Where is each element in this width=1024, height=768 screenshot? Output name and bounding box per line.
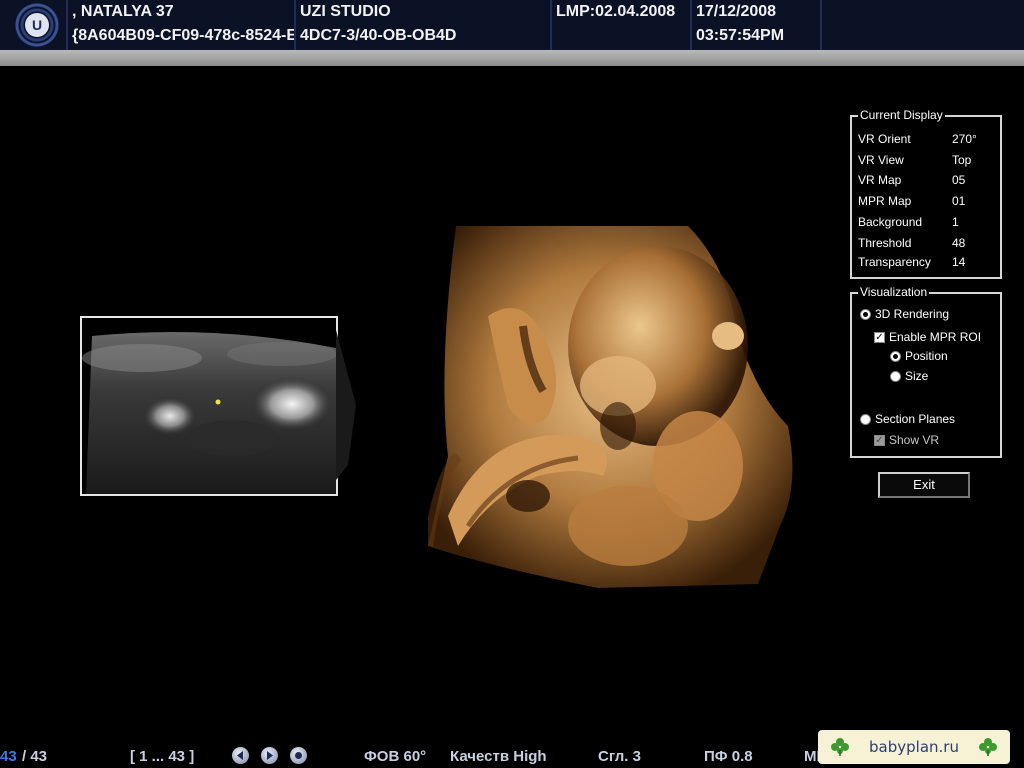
header-divider xyxy=(550,0,552,50)
enable-mpr-roi-checkbox[interactable]: ✓ xyxy=(874,331,885,343)
vr-map-label: VR Map xyxy=(858,173,902,187)
exit-button[interactable]: Exit xyxy=(878,472,970,498)
patient-name: , NATALYA 37 xyxy=(72,3,174,20)
enable-mpr-roi-label: Enable MPR ROI xyxy=(889,330,982,344)
watermark-badge: babyplan.ru xyxy=(818,730,1010,764)
logo-letter: U xyxy=(25,13,49,37)
header-divider xyxy=(66,0,68,50)
play-backward-icon[interactable] xyxy=(232,747,249,764)
volume-render-view[interactable] xyxy=(423,226,800,588)
lmp-date: LMP:02.04.2008 xyxy=(556,3,676,20)
transparency-value: 14 xyxy=(952,255,966,269)
current-display-title: Current Display xyxy=(858,108,945,122)
header-divider xyxy=(690,0,692,50)
size-label: Size xyxy=(905,369,929,383)
exam-date: 17/12/2008 xyxy=(696,3,777,20)
vr-orient-label: VR Orient xyxy=(858,132,911,146)
frame-current: 43 xyxy=(0,748,17,765)
smoothing-readout: Сгл. 3 xyxy=(598,748,641,765)
quality-readout: Качеств High xyxy=(450,748,547,765)
fov-readout: ФОВ 60° xyxy=(364,748,427,765)
vr-view-label: VR View xyxy=(858,153,904,167)
current-display-panel: Current Display VR Orient 270° VR View T… xyxy=(850,108,1002,279)
studio-logo: U xyxy=(14,2,60,48)
probe-preset: 4DC7-3/40-OB-OB4D xyxy=(300,27,457,44)
size-radio[interactable] xyxy=(890,370,901,382)
visualization-title: Visualization xyxy=(858,285,930,299)
clover-icon xyxy=(831,738,849,756)
show-vr-checkbox[interactable]: ✓ xyxy=(874,434,885,446)
section-planes-option[interactable]: Section Planes xyxy=(860,412,955,426)
clover-icon xyxy=(978,738,997,756)
enable-mpr-roi-option[interactable]: ✓ Enable MPR ROI xyxy=(874,330,981,344)
mpr-fan-edge xyxy=(336,330,356,480)
show-vr-option[interactable]: ✓ Show VR xyxy=(874,433,939,447)
mpr-map-label: MPR Map xyxy=(858,194,912,208)
watermark-text: babyplan.ru xyxy=(869,738,959,756)
rendering-3d-label: 3D Rendering xyxy=(875,307,950,321)
studio-name: UZI STUDIO xyxy=(300,3,391,20)
position-label: Position xyxy=(905,349,948,363)
header-divider xyxy=(820,0,822,50)
mpr-map-value: 01 xyxy=(952,194,966,208)
visualization-panel: Visualization 3D Rendering ✓ Enable MPR … xyxy=(850,285,1002,458)
rendering-3d-radio[interactable] xyxy=(860,308,871,320)
transparency-label: Transparency xyxy=(858,255,931,269)
section-planes-radio[interactable] xyxy=(860,413,871,425)
threshold-label: Threshold xyxy=(858,236,912,250)
header-bar: U , NATALYA 37 {8A604B09-CF09-478c-8524-… xyxy=(0,0,1024,50)
vr-orient-value: 270° xyxy=(952,132,977,146)
position-option[interactable]: Position xyxy=(890,349,948,363)
header-divider xyxy=(294,0,296,50)
pf-readout: ПФ 0.8 xyxy=(704,748,753,765)
frame-range: [ 1 ... 43 ] xyxy=(130,748,195,765)
fetal-3d-rendering xyxy=(423,226,793,588)
rendering-3d-option[interactable]: 3D Rendering xyxy=(860,307,949,321)
background-value: 1 xyxy=(952,215,959,229)
frame-total: / 43 xyxy=(22,748,48,765)
vr-map-value: 05 xyxy=(952,173,966,187)
vr-view-value: Top xyxy=(952,153,972,167)
exam-time: 03:57:54PM xyxy=(696,27,785,44)
size-option[interactable]: Size xyxy=(890,369,928,383)
section-planes-label: Section Planes xyxy=(875,412,956,426)
background-label: Background xyxy=(858,215,923,229)
stop-icon[interactable] xyxy=(290,747,307,764)
show-vr-label: Show VR xyxy=(889,433,940,447)
title-separator-bar xyxy=(0,50,1024,66)
patient-id: {8A604B09-CF09-478c-8524-E xyxy=(72,27,294,44)
mpr-ultrasound-image xyxy=(82,318,336,494)
mpr-section-image[interactable] xyxy=(80,316,338,496)
position-radio[interactable] xyxy=(890,350,901,362)
threshold-value: 48 xyxy=(952,236,966,250)
play-forward-icon[interactable] xyxy=(261,747,278,764)
